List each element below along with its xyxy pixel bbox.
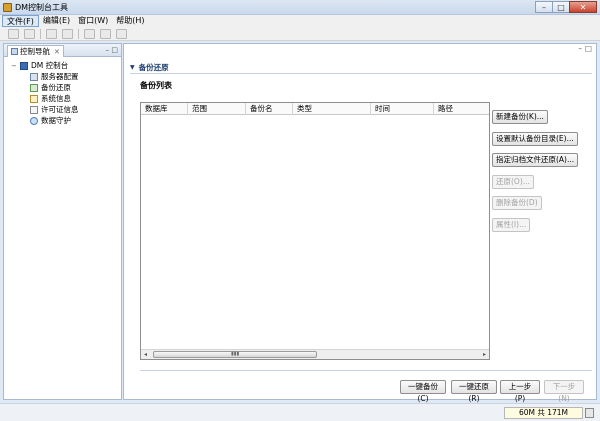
data-guard-icon xyxy=(30,116,38,125)
menu-help[interactable]: 帮助(H) xyxy=(112,15,148,27)
tree-item-license-info[interactable]: 许可证信息 xyxy=(4,104,121,115)
tree-label: 备份还原 xyxy=(41,83,71,92)
undo-icon[interactable] xyxy=(46,28,57,39)
minimize-button[interactable]: – xyxy=(535,1,553,13)
backup-table[interactable]: 数据库 范围 备份名 类型 时间 路径 ◂ ▮▮▮ ▸ xyxy=(140,102,490,360)
tab-close-icon[interactable]: ✕ xyxy=(54,48,60,56)
next-step-button[interactable]: 下一步(N) xyxy=(544,380,584,403)
delete-backup-button[interactable]: 删除备份(D) xyxy=(492,196,542,210)
column-header-database[interactable]: 数据库 xyxy=(141,103,188,115)
nav-tree: − DM 控制台 服务器配置 备份还原 系统信息 许可证信息 数据守护 xyxy=(4,60,121,126)
scroll-left-icon[interactable]: ◂ xyxy=(144,351,147,358)
app-icon xyxy=(3,3,12,12)
expand-triangle-icon[interactable]: ▼ xyxy=(130,64,135,71)
previous-step-button[interactable]: 上一步(P) xyxy=(500,380,540,403)
title-bar: DM控制台工具 – □ ✕ xyxy=(0,0,600,15)
tree-label: DM 控制台 xyxy=(31,61,69,70)
column-header-time[interactable]: 时间 xyxy=(371,103,434,115)
horizontal-scrollbar[interactable]: ◂ ▮▮▮ ▸ xyxy=(141,349,489,359)
close-icon: ✕ xyxy=(579,2,587,12)
view-minimize-icon[interactable]: – xyxy=(106,46,110,54)
menu-bar: 文件(F) 编辑(E) 窗口(W) 帮助(H) xyxy=(0,15,600,27)
tab-label: 控制导航 xyxy=(20,47,50,56)
section-title: 备份还原 xyxy=(138,63,169,72)
editor-area: – □ ▼ 备份还原 备份列表 数据库 范围 备份名 类型 时间 路径 ◂ ▮▮… xyxy=(123,43,597,403)
tree-label: 系统信息 xyxy=(41,94,71,103)
cut-icon[interactable] xyxy=(84,28,95,39)
window-controls: – □ ✕ xyxy=(535,1,597,13)
backup-icon xyxy=(30,83,38,92)
console-icon xyxy=(20,61,28,70)
scrollbar-grip-icon: ▮▮▮ xyxy=(231,351,240,357)
tree-item-data-guard[interactable]: 数据守护 xyxy=(4,115,121,126)
nav-view-tabbar: 控制导航 ✕ – □ xyxy=(4,44,121,57)
minimize-icon: – xyxy=(542,2,546,12)
table-header: 数据库 范围 备份名 类型 时间 路径 xyxy=(141,103,489,115)
toolbar-separator xyxy=(78,28,79,39)
memory-usage: 60M 共 171M xyxy=(504,407,583,419)
status-bar: 60M 共 171M xyxy=(0,403,600,421)
menu-window[interactable]: 窗口(W) xyxy=(74,15,112,27)
column-header-type[interactable]: 类型 xyxy=(293,103,371,115)
system-info-icon xyxy=(30,94,38,103)
tree-label: 数据守护 xyxy=(41,116,71,125)
tree-item-server-config[interactable]: 服务器配置 xyxy=(4,71,121,82)
garbage-collect-icon[interactable] xyxy=(585,408,594,418)
window-title: DM控制台工具 xyxy=(15,3,69,12)
toolbar xyxy=(0,27,600,41)
backup-list-title: 备份列表 xyxy=(140,81,172,90)
scroll-right-icon[interactable]: ▸ xyxy=(483,351,486,358)
paste-icon[interactable] xyxy=(116,28,127,39)
tree-label: 服务器配置 xyxy=(41,72,79,81)
new-icon[interactable] xyxy=(8,28,19,39)
nav-tab-icon xyxy=(11,48,18,55)
new-backup-button[interactable]: 新建备份(K)... xyxy=(492,110,548,124)
section-header[interactable]: ▼ 备份还原 xyxy=(130,62,169,73)
maximize-button[interactable]: □ xyxy=(552,1,570,13)
one-click-backup-button[interactable]: 一键备份(C) xyxy=(400,380,446,403)
restore-button[interactable]: 还原(O)... xyxy=(492,175,534,189)
license-icon xyxy=(30,105,38,114)
save-icon[interactable] xyxy=(24,28,35,39)
tree-item-backup-restore[interactable]: 备份还原 xyxy=(4,82,121,93)
view-maximize-icon[interactable]: □ xyxy=(111,46,118,54)
server-icon xyxy=(30,72,38,81)
editor-minimize-icon[interactable]: – xyxy=(578,44,582,53)
set-default-backup-dir-button[interactable]: 设置默认备份目录(E)... xyxy=(492,132,578,146)
maximize-icon: □ xyxy=(557,2,565,12)
tree-label: 许可证信息 xyxy=(41,105,79,114)
nav-view: 控制导航 ✕ – □ − DM 控制台 服务器配置 备份还原 系统信息 许可证信… xyxy=(3,43,122,400)
tree-item-root[interactable]: − DM 控制台 xyxy=(4,60,121,71)
divider xyxy=(130,73,592,74)
toolbar-separator xyxy=(40,28,41,39)
copy-icon[interactable] xyxy=(100,28,111,39)
tab-control-nav[interactable]: 控制导航 ✕ xyxy=(7,45,64,57)
column-header-backup-name[interactable]: 备份名 xyxy=(246,103,293,115)
menu-edit[interactable]: 编辑(E) xyxy=(39,15,74,27)
menu-file[interactable]: 文件(F) xyxy=(2,15,39,27)
properties-button[interactable]: 属性(I)... xyxy=(492,218,531,232)
collapse-icon[interactable]: − xyxy=(11,62,18,70)
close-button[interactable]: ✕ xyxy=(569,1,597,13)
tree-item-system-info[interactable]: 系统信息 xyxy=(4,93,121,104)
redo-icon[interactable] xyxy=(62,28,73,39)
editor-maximize-icon[interactable]: □ xyxy=(585,44,592,53)
one-click-restore-button[interactable]: 一键还原(R) xyxy=(451,380,497,403)
column-header-scope[interactable]: 范围 xyxy=(188,103,246,115)
restore-from-archive-button[interactable]: 指定归档文件还原(A)... xyxy=(492,153,579,167)
divider xyxy=(140,370,592,371)
column-header-path[interactable]: 路径 xyxy=(434,103,489,115)
